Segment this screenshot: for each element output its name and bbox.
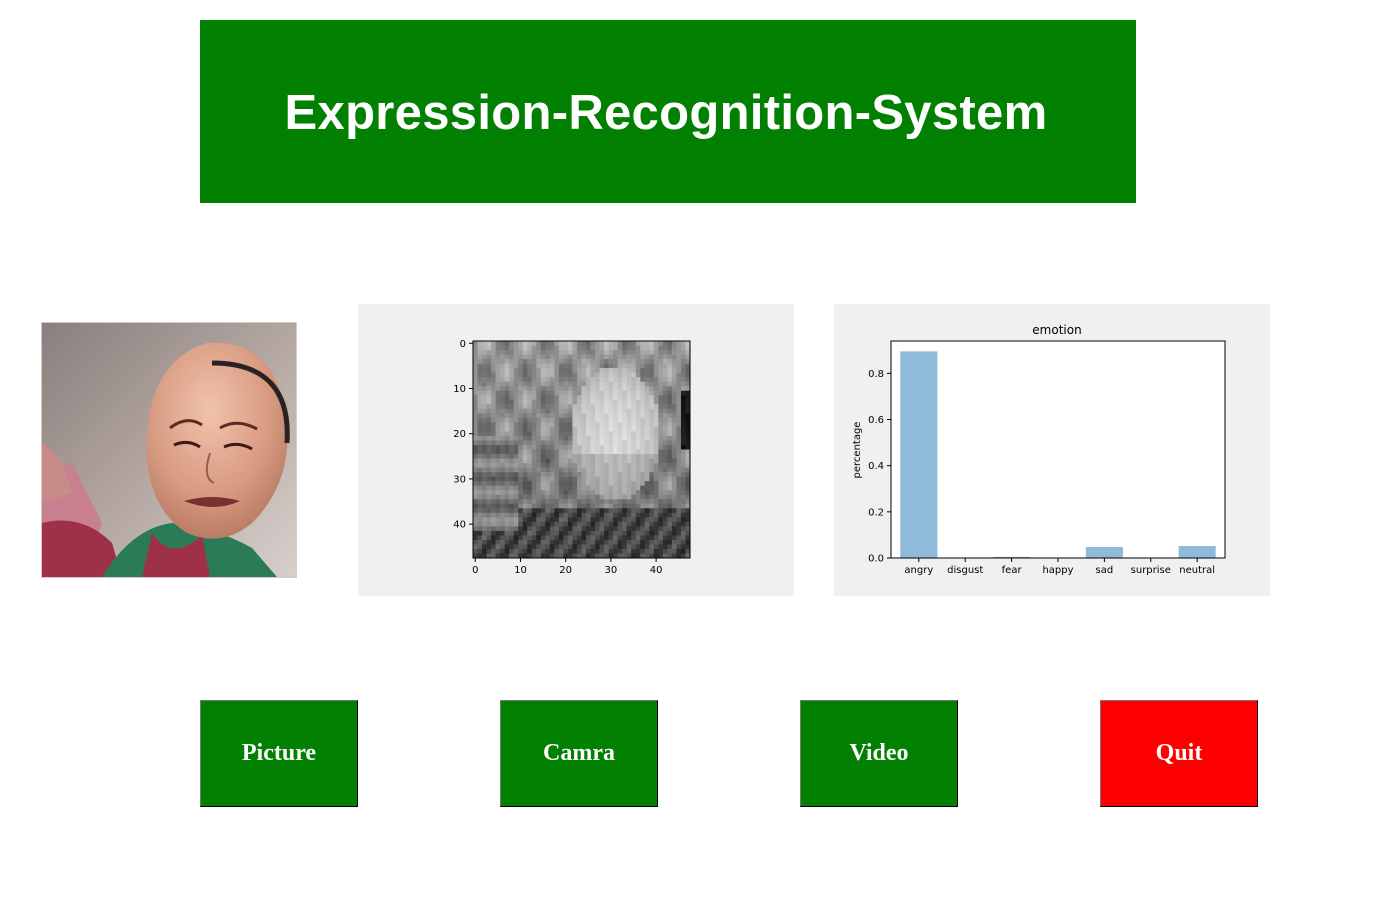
grayscale-face-plot: 0 10 20 30 40 0 10 20 30 40 bbox=[453, 339, 691, 576]
chart-x-tick-label: happy bbox=[1042, 565, 1073, 576]
bar-neutral bbox=[1178, 546, 1216, 558]
title-banner: Expression-Recognition-System bbox=[200, 20, 1136, 203]
chart-title: emotion bbox=[1032, 323, 1081, 337]
camra-button[interactable]: Camra bbox=[500, 700, 658, 807]
chart-y-tick-label: 0.0 bbox=[868, 554, 884, 565]
face-x-tick-label: 40 bbox=[650, 565, 663, 576]
chart-y-tick-label: 0.8 bbox=[868, 369, 884, 380]
camra-button-label: Camra bbox=[543, 740, 615, 766]
chart-plot-area bbox=[891, 341, 1225, 558]
chart-x-tick-label: fear bbox=[1002, 565, 1023, 576]
grayscale-face-image bbox=[473, 341, 691, 559]
chart-y-tick-label: 0.2 bbox=[868, 507, 884, 518]
face-y-tick-label: 0 bbox=[460, 339, 466, 350]
y-axis-label: percentage bbox=[852, 422, 863, 479]
chart-y-tick-label: 0.4 bbox=[868, 461, 884, 472]
app-title: Expression-Recognition-System bbox=[284, 85, 1048, 140]
face-y-tick-label: 30 bbox=[453, 474, 466, 485]
chart-x-tick-label: surprise bbox=[1131, 565, 1171, 576]
chart-x-tick-label: neutral bbox=[1179, 565, 1215, 576]
face-x-tick-label: 0 bbox=[472, 565, 478, 576]
emotion-bar-chart: emotion percentage angry disgust fear happy… bbox=[852, 323, 1226, 576]
chart-x-tick-label: disgust bbox=[947, 565, 983, 576]
quit-button-label: Quit bbox=[1155, 740, 1203, 766]
face-x-tick-label: 10 bbox=[514, 565, 527, 576]
chart-x-tick-label: sad bbox=[1096, 565, 1114, 576]
picture-button[interactable]: Picture bbox=[200, 700, 358, 807]
processed-face-plot-panel: 0 10 20 30 40 0 10 20 30 40 bbox=[358, 304, 794, 596]
face-y-tick-label: 40 bbox=[453, 520, 466, 531]
quit-button[interactable]: Quit bbox=[1100, 700, 1258, 807]
bar-angry bbox=[900, 351, 938, 558]
input-face-photo bbox=[41, 322, 297, 578]
picture-button-label: Picture bbox=[241, 740, 317, 766]
face-y-tick-label: 10 bbox=[453, 384, 466, 395]
face-photo-icon bbox=[42, 323, 296, 577]
video-button-label: Video bbox=[849, 740, 909, 766]
bar-sad bbox=[1085, 546, 1123, 558]
video-button[interactable]: Video bbox=[800, 700, 958, 807]
chart-x-tick-label: angry bbox=[904, 565, 933, 576]
face-y-tick-label: 20 bbox=[453, 429, 466, 440]
emotion-chart-panel: emotion percentage angry disgust fear happy… bbox=[834, 304, 1270, 596]
face-x-tick-label: 30 bbox=[605, 565, 618, 576]
face-x-tick-label: 20 bbox=[559, 565, 572, 576]
chart-y-tick-label: 0.6 bbox=[868, 415, 884, 426]
